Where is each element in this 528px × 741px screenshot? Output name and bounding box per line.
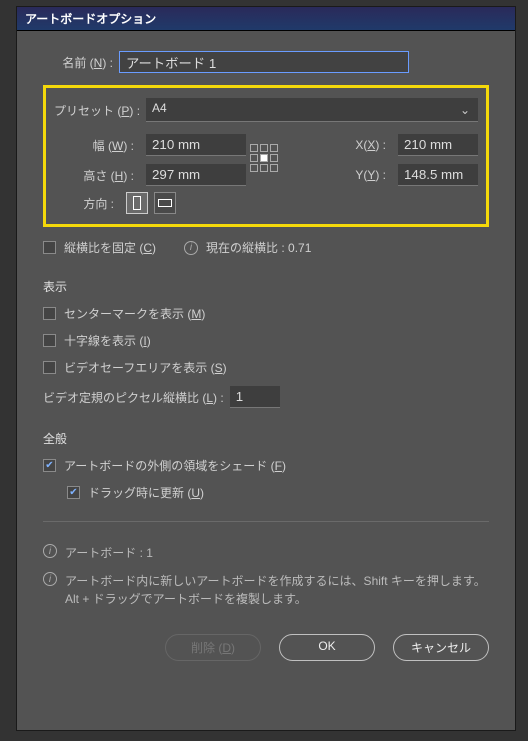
info-icon: i	[43, 544, 57, 558]
center-mark-checkbox[interactable]	[43, 307, 56, 320]
update-drag-label: ドラッグ時に更新 (U)	[88, 484, 204, 501]
pixel-ratio-input[interactable]	[230, 386, 280, 408]
delete-button: 削除 (D)	[165, 634, 261, 661]
orientation-landscape-button[interactable]	[154, 192, 176, 214]
fade-checkbox[interactable]	[43, 459, 56, 472]
fade-label: アートボードの外側の領域をシェード (F)	[64, 457, 286, 474]
height-label: 高さ (H) :	[74, 167, 134, 184]
orientation-portrait-button[interactable]	[126, 192, 148, 214]
general-section-title: 全般	[43, 430, 489, 447]
info-icon: i	[43, 572, 57, 586]
name-label: 名前 (N) :	[43, 54, 113, 71]
width-input[interactable]	[146, 134, 246, 156]
preset-label: プリセット (P) :	[54, 102, 140, 119]
orientation-label: 方向 :	[54, 195, 114, 212]
preset-select[interactable]: A4 ⌄	[146, 98, 478, 122]
y-input[interactable]	[398, 164, 478, 186]
center-mark-label: センターマークを表示 (M)	[64, 305, 205, 322]
name-input[interactable]	[119, 51, 409, 73]
x-input[interactable]	[398, 134, 478, 156]
video-safe-checkbox[interactable]	[43, 361, 56, 374]
cancel-button[interactable]: キャンセル	[393, 634, 489, 661]
display-section-title: 表示	[43, 278, 489, 295]
video-safe-label: ビデオセーフエリアを表示 (S)	[64, 359, 227, 376]
update-drag-checkbox[interactable]	[67, 486, 80, 499]
hint-text: アートボード内に新しいアートボードを作成するには、Shift キーを押します。 …	[65, 572, 486, 608]
cross-hairs-label: 十字線を表示 (I)	[64, 332, 151, 349]
constrain-label: 縦横比を固定 (C)	[64, 239, 156, 256]
artboard-count: アートボード : 1	[65, 544, 153, 562]
info-icon: i	[184, 241, 198, 255]
artboard-options-dialog: アートボードオプション 名前 (N) : プリセット (P) : A4 ⌄	[16, 6, 516, 731]
reference-point[interactable]	[250, 144, 282, 176]
cross-hairs-checkbox[interactable]	[43, 334, 56, 347]
ok-button[interactable]: OK	[279, 634, 375, 661]
pixel-ratio-label: ビデオ定規のピクセル縦横比 (L) :	[43, 389, 224, 406]
width-label: 幅 (W) :	[74, 137, 134, 154]
highlighted-region: プリセット (P) : A4 ⌄ 幅 (W) :	[43, 85, 489, 227]
y-label: Y(Y) :	[346, 168, 386, 182]
height-input[interactable]	[146, 164, 246, 186]
x-label: X(X) :	[346, 138, 386, 152]
dialog-title: アートボードオプション	[17, 7, 515, 31]
ratio-info: 現在の縦横比 : 0.71	[206, 239, 311, 256]
constrain-checkbox[interactable]	[43, 241, 56, 254]
info-box: i アートボード : 1 i アートボード内に新しいアートボードを作成するには、…	[43, 544, 489, 608]
chevron-down-icon: ⌄	[460, 103, 470, 117]
